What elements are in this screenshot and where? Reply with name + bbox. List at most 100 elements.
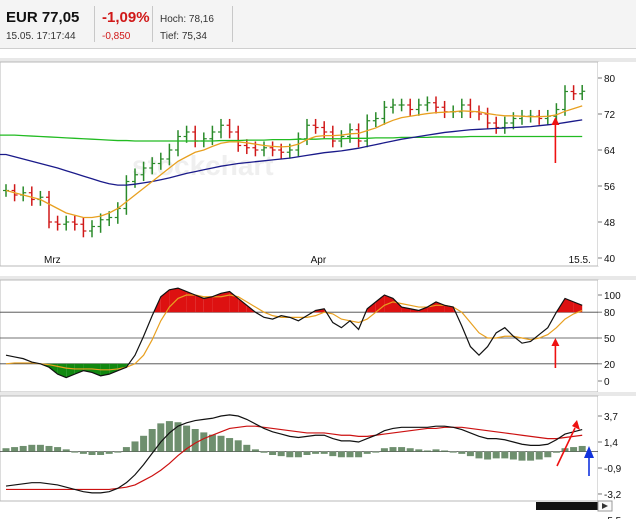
macd-histogram-bar	[140, 435, 148, 452]
macd-histogram-bar	[122, 447, 130, 452]
macd-histogram-bar	[105, 451, 113, 454]
price-tick-label: 80	[604, 74, 616, 85]
macd-histogram-bar	[389, 447, 397, 452]
macd-histogram-bar	[54, 447, 62, 452]
macd-histogram-bar	[578, 445, 586, 452]
date-tick-label: 15.5.	[569, 255, 591, 266]
macd-histogram-bar	[269, 451, 277, 455]
change-absolute: -0,850	[102, 31, 131, 42]
macd-histogram-bar	[277, 451, 285, 457]
macd-histogram-bar	[570, 447, 578, 452]
macd-histogram-bar	[217, 435, 225, 452]
macd-histogram-bar	[303, 451, 311, 455]
day-high: Hoch: 78,16	[160, 14, 214, 25]
change-percent: -1,09%	[102, 9, 150, 26]
price-tick-label: 56	[604, 182, 616, 193]
macd-tick-label: -3,2	[604, 490, 622, 501]
price-tick-label: 72	[604, 110, 616, 121]
macd-histogram-bar	[406, 448, 414, 452]
macd-histogram-bar	[466, 451, 474, 457]
macd-histogram-bar	[88, 451, 96, 455]
oscillator-tick-label: 20	[604, 360, 616, 371]
macd-histogram-bar	[97, 451, 105, 455]
macd-histogram-bar	[346, 451, 354, 458]
macd-histogram-bar	[501, 451, 509, 459]
macd-histogram-bar	[492, 451, 500, 459]
macd-histogram-bar	[398, 447, 406, 452]
macd-histogram-bar	[458, 451, 466, 454]
macd-histogram-bar	[208, 434, 216, 452]
macd-histogram-bar	[2, 448, 10, 452]
macd-tick-label: 1,4	[604, 438, 618, 449]
macd-histogram-bar	[36, 444, 44, 452]
macd-histogram-bar	[535, 451, 543, 460]
date-tick-label: Mrz	[44, 255, 61, 266]
oscillator-tick-label: 100	[604, 291, 621, 302]
macd-histogram-bar	[432, 449, 440, 452]
price-tick-label: 48	[604, 218, 616, 229]
price-tick-label: 64	[604, 146, 616, 157]
macd-histogram-bar	[114, 451, 122, 453]
macd-histogram-bar	[312, 451, 320, 454]
macd-histogram-bar	[329, 451, 337, 457]
date-tick-label: Apr	[311, 255, 327, 266]
header-divider	[232, 6, 233, 42]
macd-histogram-bar	[441, 450, 449, 452]
instrument-price: EUR 77,05	[6, 9, 80, 26]
header-divider	[152, 6, 153, 42]
price-tick-label: 40	[604, 254, 616, 265]
macd-histogram-bar	[131, 441, 139, 452]
macd-histogram-bar	[363, 451, 371, 454]
macd-histogram-bar	[62, 449, 70, 452]
macd-histogram-bar	[484, 451, 492, 460]
macd-histogram-bar	[19, 445, 27, 452]
macd-histogram-bar	[415, 449, 423, 452]
macd-histogram-bar	[148, 429, 156, 452]
macd-tick-label: 3,7	[604, 412, 618, 423]
macd-histogram-bar	[337, 451, 345, 458]
macd-histogram-bar	[28, 444, 36, 452]
macd-histogram-bar	[552, 451, 560, 453]
macd-histogram-bar	[157, 423, 165, 452]
macd-histogram-bar	[191, 429, 199, 452]
macd-histogram-bar	[449, 451, 457, 453]
macd-histogram-bar	[518, 451, 526, 461]
macd-histogram-bar	[475, 451, 483, 459]
macd-histogram-bar	[372, 451, 380, 453]
watermark-logo: stockchart	[132, 150, 274, 181]
macd-histogram-bar	[260, 451, 268, 453]
macd-histogram-bar	[320, 451, 328, 454]
oscillator-tick-label: 80	[604, 308, 616, 319]
macd-histogram-bar	[251, 449, 259, 452]
panel-divider	[0, 58, 636, 62]
oscillator-overbought-fill	[178, 288, 187, 313]
macd-tick-label: -0,9	[604, 464, 622, 475]
oscillator-tick-label: 0	[604, 377, 610, 388]
scrollbar-thumb[interactable]	[536, 502, 598, 510]
quote-datetime: 15.05. 17:17:44	[6, 31, 76, 42]
macd-histogram-bar	[286, 451, 294, 458]
price-panel	[0, 61, 599, 267]
panel-divider	[0, 276, 636, 280]
macd-histogram-bar	[544, 451, 552, 458]
panel-divider	[0, 392, 636, 396]
macd-histogram-bar	[355, 451, 363, 458]
axis-strip	[598, 62, 636, 266]
macd-histogram-bar	[79, 451, 87, 454]
macd-histogram-bar	[234, 440, 242, 452]
macd-panel	[0, 395, 599, 502]
day-low: Tief: 75,34	[160, 31, 207, 42]
macd-histogram-bar	[294, 451, 302, 458]
macd-histogram-bar	[243, 444, 251, 452]
macd-histogram-bar	[11, 447, 19, 452]
oscillator-tick-label: 50	[604, 334, 616, 345]
chart-area: stockchart 40 48 56 64 72 80 Mrz Apr 15.5. 0 20 50 80…	[0, 58, 636, 519]
oscillator-overbought-fill	[203, 296, 213, 313]
macd-histogram-bar	[380, 448, 388, 452]
macd-histogram-bar	[527, 451, 535, 461]
macd-histogram-bar	[200, 432, 208, 452]
header-divider	[94, 6, 95, 42]
macd-histogram-bar	[71, 451, 79, 453]
quote-header: EUR 77,05 15.05. 17:17:44 -1,09% -0,850 …	[0, 0, 636, 49]
macd-histogram-bar	[423, 450, 431, 452]
